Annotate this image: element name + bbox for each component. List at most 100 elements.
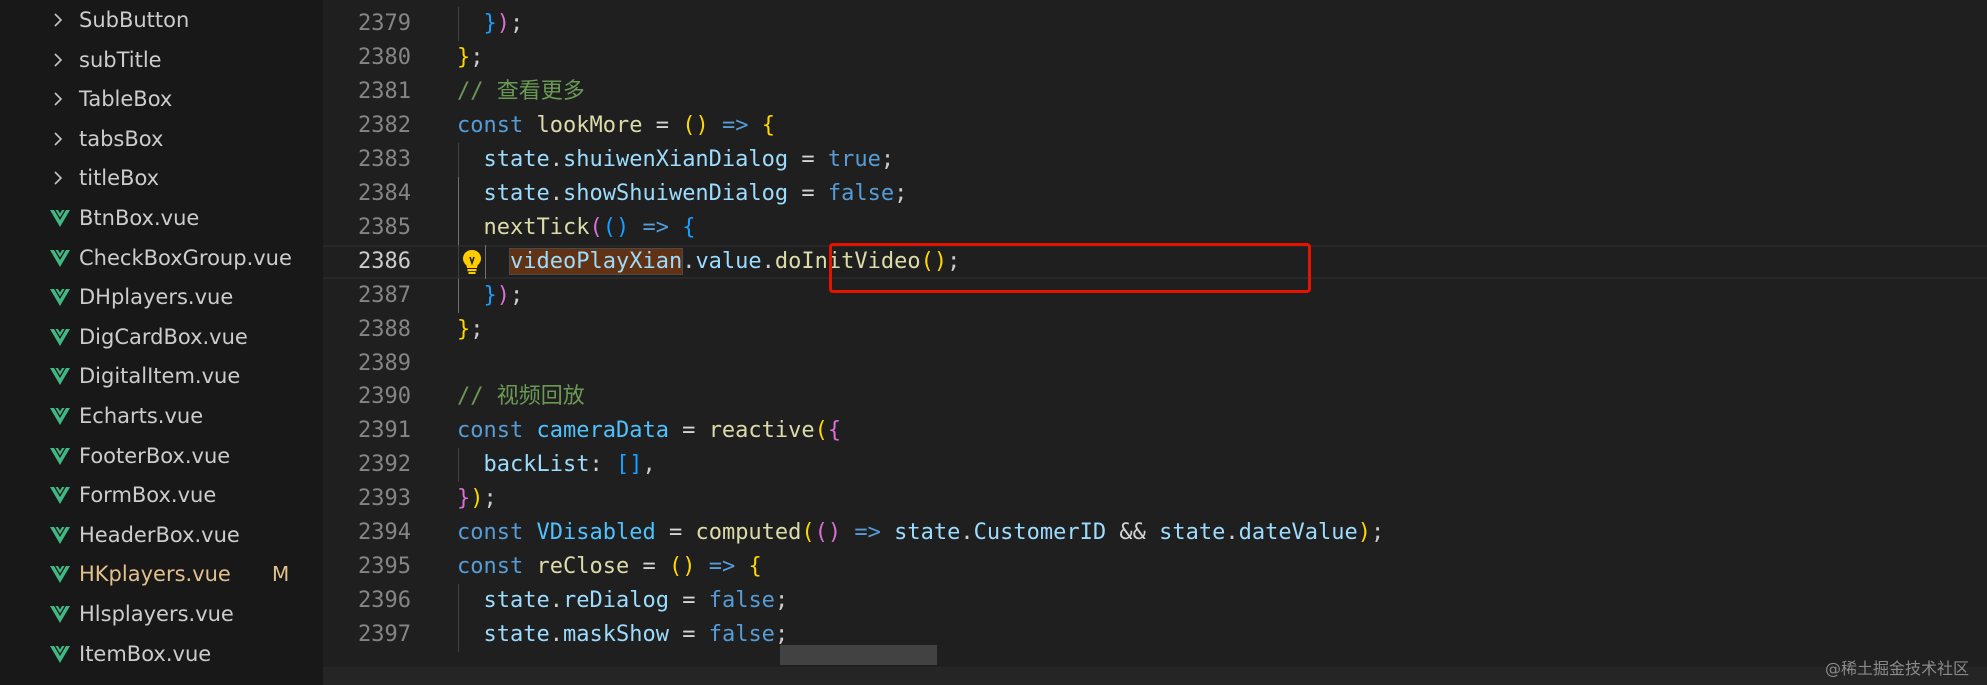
explorer-file[interactable]: ItemBox.vue <box>0 634 323 674</box>
code-token: { <box>748 554 762 580</box>
code-token: VDisabled <box>536 520 656 546</box>
explorer-file[interactable]: DigitalItem.vue <box>0 356 323 396</box>
chevron-right-icon <box>54 92 63 106</box>
explorer-file[interactable]: FooterBox.vue <box>0 436 323 476</box>
code-line[interactable]: 2396 state.reDialog = false; <box>323 584 1987 619</box>
code-token: () <box>668 554 696 580</box>
explorer-file[interactable]: Echarts.vue <box>0 396 323 436</box>
explorer-file[interactable]: BtnBox.vue <box>0 198 323 238</box>
code-token: computed <box>695 520 802 546</box>
code-token: . <box>682 248 696 274</box>
explorer-file[interactable]: Hlsplayers.vue <box>0 594 323 634</box>
code-line[interactable]: 2388}; <box>323 313 1987 347</box>
line-number: 2386 <box>358 248 411 274</box>
explorer-item-label: DigitalItem.vue <box>79 364 241 389</box>
code-token: const <box>457 554 524 580</box>
indent-guide <box>458 7 459 41</box>
code-line[interactable]: 2391 const cameraData = reactive({ <box>323 414 1987 448</box>
code-token: ; <box>470 44 484 70</box>
explorer-file[interactable]: HKplayers.vue M <box>0 554 323 594</box>
line-number: 2397 <box>358 622 411 648</box>
code-token: const <box>457 520 524 546</box>
code-token: ; <box>510 11 524 36</box>
line-number: 2393 <box>358 486 411 512</box>
code-token: } <box>483 282 497 308</box>
indent-guide <box>458 176 459 211</box>
indent-guide <box>458 142 459 177</box>
explorer-file[interactable]: FormBox.vue <box>0 475 323 515</box>
code-line[interactable]: 2397 state.maskShow = false; <box>323 618 1987 653</box>
explorer-folder[interactable]: TableBox <box>0 79 323 119</box>
code-line[interactable]: 2390 // 视频回放 <box>323 380 1987 414</box>
code-token: () <box>814 520 842 546</box>
vue-file-icon <box>50 408 70 425</box>
lightbulb-icon[interactable] <box>461 249 483 275</box>
explorer-file[interactable]: DigCardBox.vue <box>0 317 323 357</box>
code-token: . <box>960 520 974 546</box>
code-token: => <box>708 554 736 580</box>
code-line[interactable]: 2385 nextTick(() => { <box>323 210 1987 245</box>
code-text: const reClose = () => { <box>457 553 762 581</box>
code-token: reDialog <box>562 588 669 614</box>
line-number: 2391 <box>358 418 411 444</box>
code-text: }); <box>484 282 524 310</box>
code-token: state <box>1159 520 1226 546</box>
code-line[interactable]: 2394 const VDisabled = computed(() => sta… <box>323 516 1987 550</box>
line-number: 2381 <box>358 78 411 104</box>
code-text: }); <box>457 485 497 513</box>
explorer-sidebar: SubButton subTitle TableBox tabsBox titleBox… <box>0 0 323 685</box>
vue-file-icon <box>50 210 70 227</box>
code-token: } <box>457 316 471 342</box>
code-token: false <box>827 180 895 206</box>
explorer-folder[interactable]: subTitle <box>0 40 323 80</box>
explorer-file[interactable]: CheckBoxGroup.vue <box>0 238 323 278</box>
explorer-item-label: FormBox.vue <box>79 483 217 508</box>
explorer-item-label: TableBox <box>79 87 173 112</box>
code-text: state.maskShow = false; <box>484 621 789 649</box>
code-token: ; <box>483 486 497 512</box>
code-line[interactable]: 2389 <box>323 347 1987 381</box>
code-editor[interactable]: 2379}); 2380}; 2381// 查看更多 2382 const lookMo… <box>323 0 1987 667</box>
code-token: cameraData <box>536 418 669 444</box>
code-line[interactable]: 2381 // 查看更多 <box>323 75 1987 109</box>
code-line[interactable]: 2379}); <box>323 7 1987 41</box>
line-number: 2392 <box>358 452 411 478</box>
line-number: 2389 <box>358 350 411 376</box>
code-line[interactable]: 2382 const lookMore = () => { <box>323 109 1987 143</box>
code-line[interactable]: 2395 const reClose = () => { <box>323 550 1987 584</box>
code-token: maskShow <box>562 622 669 648</box>
code-line[interactable]: 2380}; <box>323 41 1987 75</box>
indent-guide <box>458 278 459 313</box>
code-token: . <box>549 622 563 648</box>
explorer-item-label: Echarts.vue <box>79 404 204 428</box>
explorer-folder[interactable]: titleBox <box>0 158 323 198</box>
code-token: . <box>549 180 563 206</box>
explorer-item-label: CheckBoxGroup.vue <box>79 245 292 270</box>
line-number: 2384 <box>358 180 411 206</box>
code-token: = <box>668 588 709 614</box>
code-text: state.reDialog = false; <box>484 587 789 615</box>
vue-file-icon <box>50 289 70 307</box>
code-line[interactable]: 2393}); <box>323 482 1987 516</box>
code-line[interactable]: 2384 state.showShuiwenDialog = false; <box>323 176 1987 211</box>
explorer-file[interactable]: DHplayers.vue <box>0 277 323 317</box>
code-line[interactable]: 2383 state.shuiwenXianDialog = true; <box>323 142 1987 177</box>
indent-guide <box>458 618 459 653</box>
explorer-folder[interactable]: tabsBox <box>0 119 323 159</box>
indent-guide <box>458 244 459 279</box>
code-text: const VDisabled = computed(() => state.C… <box>457 519 1384 547</box>
code-line[interactable]: 2392 backList: [], <box>323 448 1987 483</box>
explorer-folder[interactable]: SubButton <box>0 0 323 40</box>
code-token: reactive <box>708 418 815 444</box>
code-token: = <box>668 622 709 648</box>
code-token: ; <box>510 282 524 308</box>
explorer-file[interactable]: HeaderBox.vue <box>0 515 323 555</box>
code-token: const <box>457 112 524 138</box>
horizontal-scrollbar-thumb[interactable] <box>780 645 937 665</box>
code-token: = <box>655 520 696 546</box>
code-token: dateValue <box>1238 520 1358 546</box>
indent-guide <box>458 448 459 483</box>
